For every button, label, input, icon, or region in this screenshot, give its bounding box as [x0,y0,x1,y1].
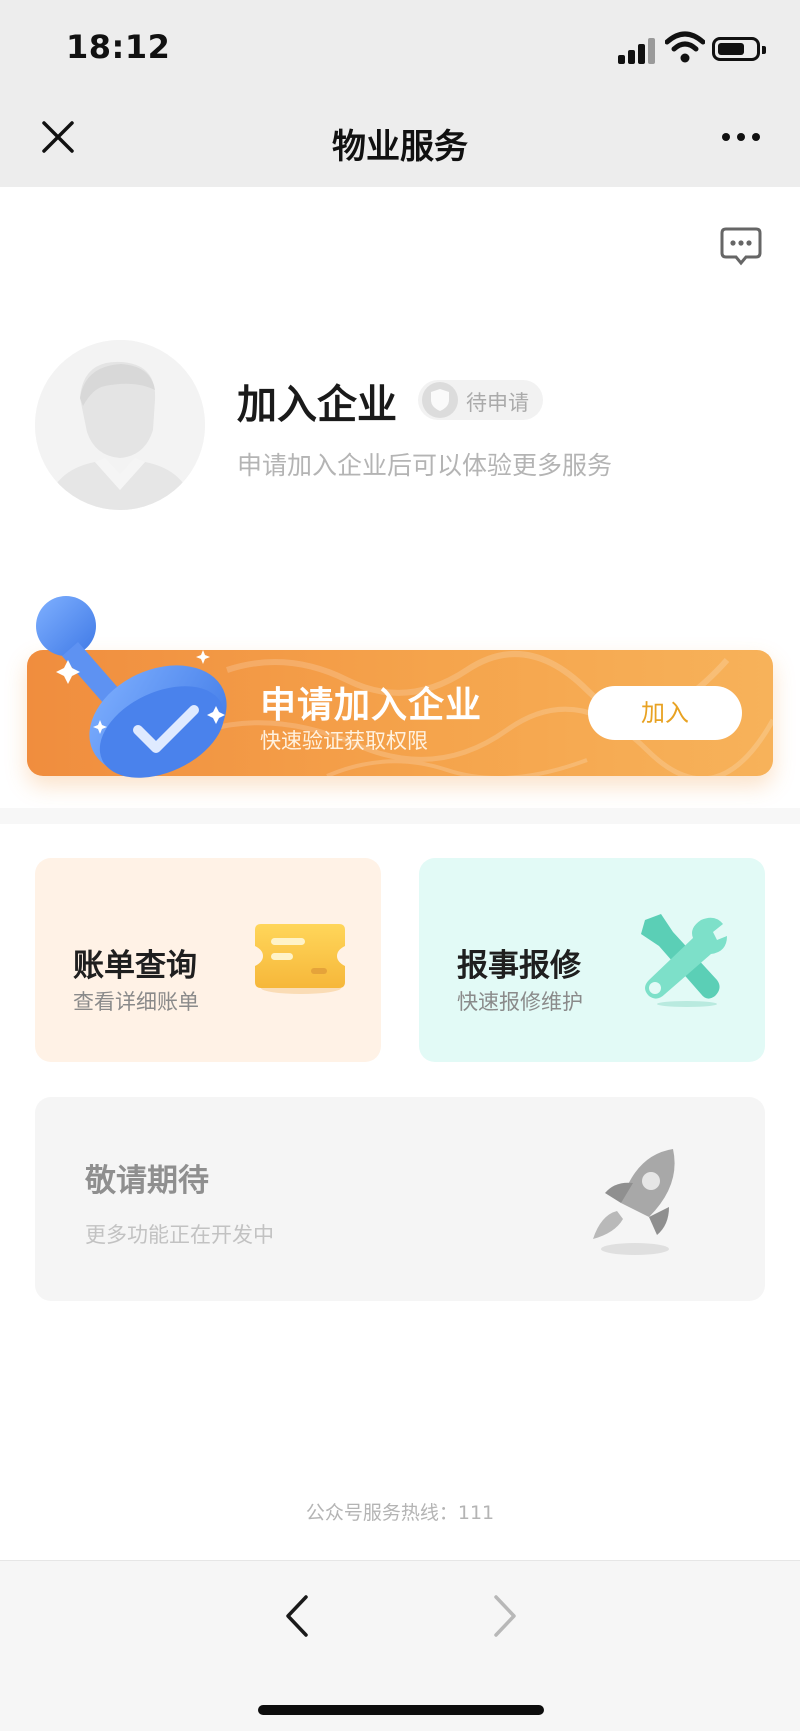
profile-subtitle: 申请加入企业后可以体验更多服务 [237,451,613,480]
profile-title: 加入企业 [237,382,397,428]
repair-card[interactable]: 报事报修 快速报修维护 [419,858,765,1062]
back-arrow-icon[interactable] [282,1591,312,1641]
message-icon[interactable] [720,226,762,266]
avatar [35,340,205,510]
banner-title: 申请加入企业 [260,685,483,726]
coming-soon-subtitle: 更多功能正在开发中 [85,1223,274,1247]
bill-query-card[interactable]: 账单查询 查看详细账单 [35,858,381,1062]
status-time: 18:12 [66,28,171,66]
repair-title: 报事报修 [457,948,581,984]
wifi-icon [665,31,705,63]
coming-soon-title: 敬请期待 [85,1163,209,1199]
shield-icon [422,382,458,418]
status-badge-label: 待申请 [466,391,529,415]
service-hotline: 公众号服务热线：111 [305,1502,495,1524]
more-icon[interactable] [722,133,762,145]
bill-icon [255,924,345,994]
forward-arrow-icon[interactable] [490,1591,520,1641]
bill-query-subtitle: 查看详细账单 [73,990,199,1014]
stamp-icon [36,596,227,778]
status-badge: 待申请 [418,380,543,420]
battery-icon [712,37,766,61]
home-indicator[interactable] [258,1705,544,1715]
section-divider [0,808,800,824]
cellular-signal-icon [618,36,656,64]
rocket-icon [593,1149,675,1255]
bottom-toolbar [0,1560,800,1731]
coming-soon-card: 敬请期待 更多功能正在开发中 [35,1097,765,1301]
join-button[interactable]: 加入 [588,686,742,740]
page-title: 物业服务 [332,127,468,167]
bill-query-title: 账单查询 [73,948,197,984]
person-placeholder-icon [35,340,205,510]
repair-tools-icon [641,914,727,1007]
banner-subtitle: 快速验证获取权限 [260,729,428,753]
status-bar: 18:12 [0,0,800,95]
repair-subtitle: 快速报修维护 [457,990,583,1014]
nav-bar: 物业服务 [0,95,800,187]
